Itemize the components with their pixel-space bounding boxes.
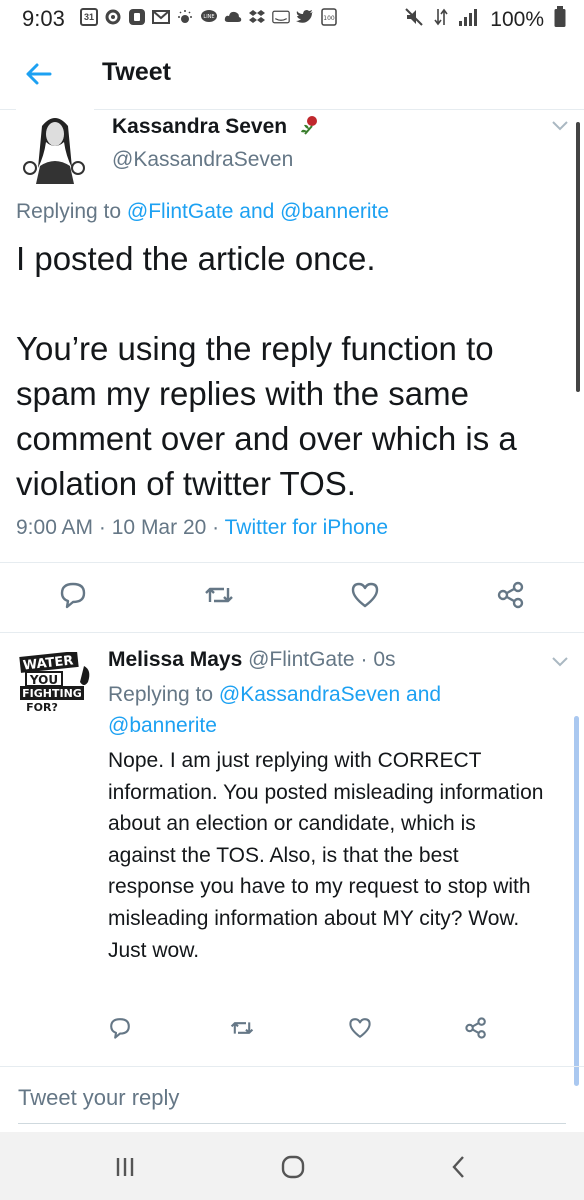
tweet-source[interactable]: Twitter for iPhone [225,516,388,539]
reply-separator: · [360,648,368,671]
page-title: Tweet [102,58,171,86]
share-icon[interactable] [464,1016,488,1040]
heart-icon[interactable] [350,580,380,610]
meta-separator: · [212,516,220,539]
app-icon [128,8,146,26]
scrollbar[interactable] [576,122,580,392]
app-header: Tweet [0,38,584,110]
mention-link[interactable]: @bannerite [108,714,217,737]
rose-icon [297,114,319,142]
replying-to: Replying to @KassandraSeven and @banneri… [108,679,528,741]
reply-input[interactable] [18,1085,558,1111]
comment-icon[interactable] [108,1016,132,1040]
divider [0,562,584,563]
back-icon[interactable] [444,1152,474,1182]
tweet-text: I posted the article once. You’re using … [16,240,517,502]
amazon-icon [272,8,290,26]
divider [18,1123,566,1124]
reply-actions [108,1016,508,1044]
avatar[interactable]: WATER YOU FIGHTING FOR? [18,650,96,714]
meta-separator: · [98,516,106,539]
avatar[interactable] [16,106,94,184]
reply-composer [0,1066,584,1130]
reply-text: Nope. I am just replying with CORRECT in… [108,749,544,962]
data-icon [434,7,448,33]
tweet-time: 9:00 AM [16,516,94,539]
calendar-icon: 31 [80,8,98,26]
gmail-icon [152,8,170,26]
status-time: 9:03 [22,6,65,31]
battery-percent: 100% [490,8,544,31]
avatar-text: YOU [29,673,58,687]
line-icon: LINE [200,8,218,26]
reply-author-name[interactable]: Melissa Mays [108,648,242,671]
chevron-down-icon[interactable] [550,118,570,132]
badge-100-icon: 100 [320,8,338,26]
svg-text:100: 100 [323,15,335,22]
svg-text:LINE: LINE [203,14,214,20]
avatar-text: FOR? [26,701,58,712]
divider [0,632,584,633]
weather-icon [176,8,194,26]
replying-to: Replying to @FlintGate and @bannerite [16,200,389,224]
tweet-date: 10 Mar 20 [111,516,207,539]
replying-prefix: Replying to [16,200,122,223]
author-name[interactable]: Kassandra Seven [112,114,319,142]
replying-and[interactable]: and [239,200,274,223]
twitter-status-icon [296,8,314,26]
arrow-left-icon[interactable] [22,58,54,90]
gear-icon [104,8,122,26]
system-nav-bar [0,1132,584,1200]
chevron-down-icon[interactable] [550,654,570,668]
tweet-meta: 9:00 AM · 10 Mar 20 · Twitter for iPhone [16,516,388,540]
dropbox-icon [248,8,266,26]
cloud-icon [224,8,242,26]
home-icon[interactable] [278,1152,308,1182]
mute-icon [404,7,424,33]
scrollbar[interactable] [574,716,579,1086]
author-handle[interactable]: @KassandraSeven [112,148,293,172]
reply-author-handle[interactable]: @FlintGate [248,648,355,671]
heart-icon[interactable] [348,1016,372,1040]
replying-and[interactable]: and [406,683,441,706]
signal-icon [458,7,480,33]
status-bar: 9:03 31 LINE 100 100% [0,0,584,38]
retweet-icon[interactable] [204,580,234,610]
recent-apps-icon[interactable] [110,1152,140,1182]
replying-prefix: Replying to [108,683,214,706]
mention-link[interactable]: @FlintGate [127,200,234,223]
retweet-icon[interactable] [230,1016,254,1040]
author-name-text[interactable]: Kassandra Seven [112,115,287,138]
reply-header: Melissa Mays @FlintGate · 0s [108,648,396,672]
comment-icon[interactable] [58,580,88,610]
system-status: 100% [404,6,566,34]
mention-link[interactable]: @KassandraSeven [219,683,400,706]
notification-icons: 31 LINE 100 [80,8,338,26]
avatar-text: FIGHTING [22,687,82,700]
reply-age: 0s [373,648,396,671]
mention-link[interactable]: @bannerite [280,200,389,223]
tweet-actions [58,580,528,612]
battery-icon [554,6,566,34]
share-icon[interactable] [496,580,526,610]
